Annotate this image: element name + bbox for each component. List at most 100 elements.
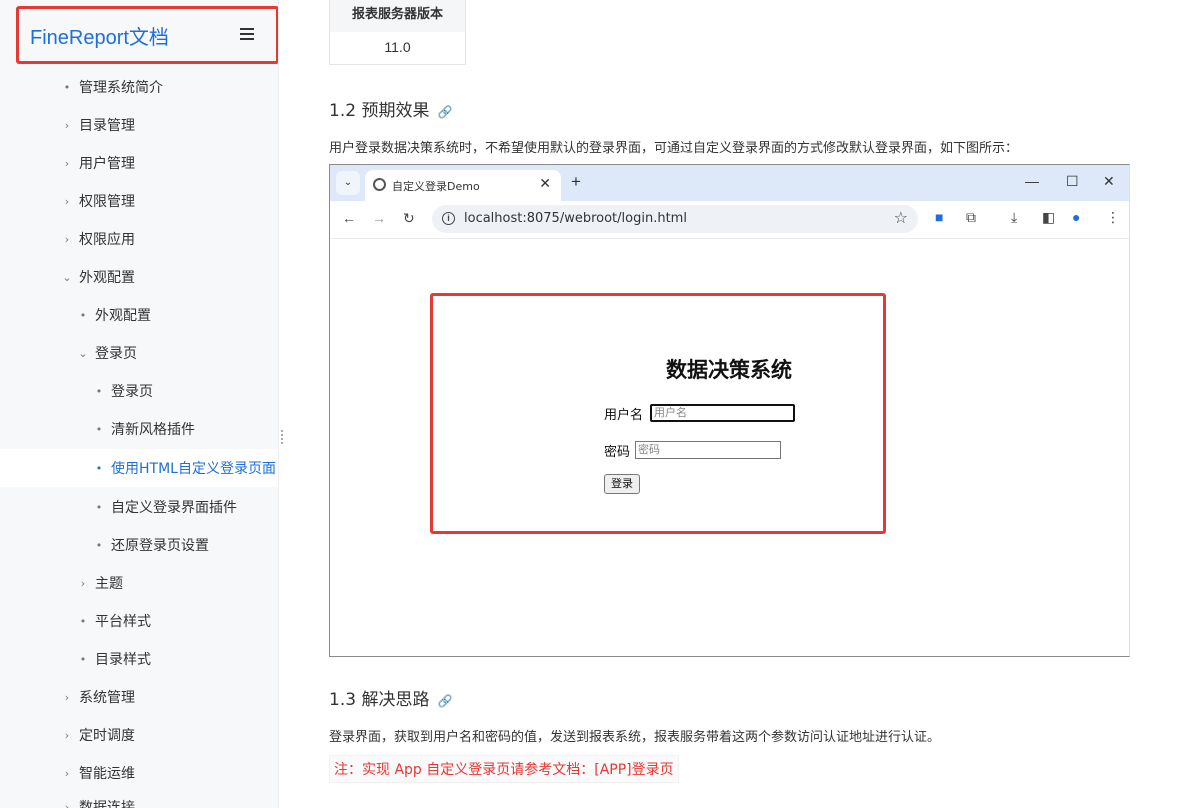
bullet-icon: • — [95, 500, 103, 514]
sidebar-item-label: 使用HTML自定义登录页面 — [111, 461, 276, 477]
sidebar-item-directory[interactable]: › 目录管理 — [0, 106, 278, 144]
sidepanel-icon[interactable]: ◧ — [1042, 209, 1055, 226]
sidebar-item-label: 外观配置 — [79, 270, 135, 286]
sidebar-item-label: 数据连接 — [79, 800, 135, 808]
sidebar-item-system-intro[interactable]: • 管理系统简介 — [0, 68, 278, 106]
sidebar-item-label: 主题 — [95, 576, 123, 592]
sidebar-item-label: 智能运维 — [79, 766, 135, 782]
puzzle-icon[interactable]: ⧉ — [966, 209, 976, 226]
forward-icon[interactable]: → — [372, 210, 386, 226]
bookmark-star-icon[interactable]: ☆ — [894, 208, 908, 228]
back-icon[interactable]: ← — [342, 210, 356, 226]
sidebar-item-label: 权限应用 — [79, 232, 135, 248]
sidebar-item-system-management[interactable]: › 系统管理 — [0, 678, 278, 716]
browser-screenshot: ⌄ 自定义登录Demo ✕ + — ☐ ✕ ← → ↻ i localhost:… — [329, 164, 1130, 657]
section-heading-solution: 1.3 解决思路 🔗 — [329, 685, 452, 710]
sidebar-item-html-custom-login[interactable]: • 使用HTML自定义登录页面 — [0, 449, 278, 487]
link-icon[interactable]: 🔗 — [437, 694, 452, 708]
bullet-icon: • — [79, 652, 87, 666]
sidebar-item-label: 定时调度 — [79, 728, 135, 744]
sidebar-item-label: 用户管理 — [79, 156, 135, 172]
sidebar-item-label: 权限管理 — [79, 194, 135, 210]
main-content: 报表服务器版本 11.0 1.2 预期效果 🔗 用户登录数据决策系统时，不希望使用… — [329, 0, 1149, 808]
sidebar-item-label: 平台样式 — [95, 614, 151, 630]
sidebar-item-login-page[interactable]: • 登录页 — [0, 372, 278, 410]
chevron-right-icon: › — [64, 194, 70, 208]
chevron-right-icon: › — [64, 118, 70, 132]
more-menu-icon[interactable]: ⋮ — [1106, 209, 1120, 226]
logo[interactable]: FineReport文档 — [30, 21, 169, 50]
sidebar-item-label: 管理系统简介 — [79, 80, 163, 96]
download-icon[interactable]: ⤓ — [1011, 209, 1017, 226]
sidebar-item-fresh-style-plugin[interactable]: • 清新风格插件 — [0, 410, 278, 448]
bullet-icon: • — [95, 461, 103, 475]
sidebar-item-users[interactable]: › 用户管理 — [0, 144, 278, 182]
sidebar-item-appearance[interactable]: ⌄ 外观配置 — [0, 258, 278, 296]
username-input[interactable]: 用户名 — [650, 404, 795, 422]
sidebar-item-platform-style[interactable]: • 平台样式 — [0, 602, 278, 640]
bullet-icon: • — [95, 538, 103, 552]
hamburger-menu-icon[interactable] — [240, 28, 254, 40]
login-button[interactable]: 登录 — [604, 474, 640, 494]
bullet-icon: • — [63, 80, 71, 94]
sidebar: FineReport文档 • 管理系统简介 › 目录管理 › 用户管理 › 权限… — [0, 0, 279, 808]
sidebar-item-label: 登录页 — [95, 346, 137, 362]
sidebar-item-label: 目录管理 — [79, 118, 135, 134]
new-tab-icon[interactable]: + — [571, 172, 581, 192]
sidebar-item-label: 还原登录页设置 — [111, 538, 209, 554]
sidebar-item-login-page-group[interactable]: ⌄ 登录页 — [0, 334, 278, 372]
chevron-right-icon: › — [64, 690, 70, 704]
sidebar-item-scheduling[interactable]: › 定时调度 — [0, 716, 278, 754]
sidebar-item-label: 外观配置 — [95, 308, 151, 324]
browser-toolbar: ← → ↻ i localhost:8075/webroot/login.htm… — [330, 201, 1129, 239]
sidebar-item-directory-style[interactable]: • 目录样式 — [0, 640, 278, 678]
info-icon[interactable]: i — [442, 212, 455, 225]
note-link[interactable]: 注：实现 App 自定义登录页请参考文档：[APP]登录页 — [329, 755, 679, 783]
bullet-icon: • — [95, 384, 103, 398]
login-title: 数据决策系统 — [666, 358, 792, 382]
url-text: localhost:8075/webroot/login.html — [464, 211, 687, 226]
bullet-icon: • — [79, 614, 87, 628]
paragraph-intro: 用户登录数据决策系统时，不希望使用默认的登录界面，可通过自定义登录界面的方式修改… — [329, 141, 1019, 156]
reload-icon[interactable]: ↻ — [403, 210, 415, 227]
section-title: 1.3 解决思路 — [329, 690, 430, 710]
bullet-icon: • — [79, 308, 87, 322]
sidebar-resize-handle[interactable] — [281, 430, 284, 446]
window-close-icon[interactable]: ✕ — [1103, 173, 1115, 190]
password-input[interactable]: 密码 — [635, 441, 781, 459]
chevron-right-icon: › — [64, 232, 70, 246]
sidebar-item-restore-login[interactable]: • 还原登录页设置 — [0, 526, 278, 564]
sidebar-item-label: 自定义登录界面插件 — [111, 500, 237, 516]
sidebar-item-ops[interactable]: › 智能运维 — [0, 754, 278, 792]
profile-icon[interactable]: ● — [1072, 209, 1080, 225]
password-label: 密码 — [604, 445, 631, 460]
globe-icon — [373, 178, 386, 191]
sidebar-item-theme[interactable]: › 主题 — [0, 564, 278, 602]
address-bar[interactable]: i localhost:8075/webroot/login.html ☆ — [432, 205, 918, 233]
link-icon[interactable]: 🔗 — [437, 105, 452, 119]
version-table-value: 11.0 — [384, 39, 411, 55]
sidebar-item-data-connection[interactable]: › 数据连接 — [0, 788, 278, 808]
paragraph-solution: 登录界面，获取到用户名和密码的值，发送到报表系统，报表服务带着这两个参数访问认证… — [329, 730, 941, 745]
section-heading-expected-effect: 1.2 预期效果 🔗 — [329, 96, 452, 121]
version-table-header: 报表服务器版本 — [330, 0, 465, 32]
sidebar-item-label: 目录样式 — [95, 652, 151, 668]
section-title: 1.2 预期效果 — [329, 101, 430, 121]
bullet-icon: • — [95, 422, 103, 436]
tab-title: 自定义登录Demo — [392, 180, 480, 193]
logo-highlight-box: FineReport文档 — [16, 6, 278, 64]
sidebar-item-custom-login-plugin[interactable]: • 自定义登录界面插件 — [0, 488, 278, 526]
extension-icon[interactable]: ■ — [935, 209, 943, 225]
login-form-highlight: 数据决策系统 用户名 用户名 密码 密码 登录 — [430, 293, 886, 534]
minimize-icon[interactable]: — — [1025, 173, 1039, 189]
chevron-right-icon: › — [64, 728, 70, 742]
tab-search-dropdown-icon[interactable]: ⌄ — [336, 171, 360, 195]
maximize-icon[interactable]: ☐ — [1066, 173, 1079, 190]
username-label: 用户名 — [604, 408, 644, 423]
browser-tab[interactable]: 自定义登录Demo ✕ — [365, 170, 561, 201]
close-tab-icon[interactable]: ✕ — [539, 175, 551, 192]
sidebar-item-appearance-config[interactable]: • 外观配置 — [0, 296, 278, 334]
sidebar-item-permission-apply[interactable]: › 权限应用 — [0, 220, 278, 258]
chevron-right-icon: › — [80, 576, 86, 590]
sidebar-item-permissions[interactable]: › 权限管理 — [0, 182, 278, 220]
